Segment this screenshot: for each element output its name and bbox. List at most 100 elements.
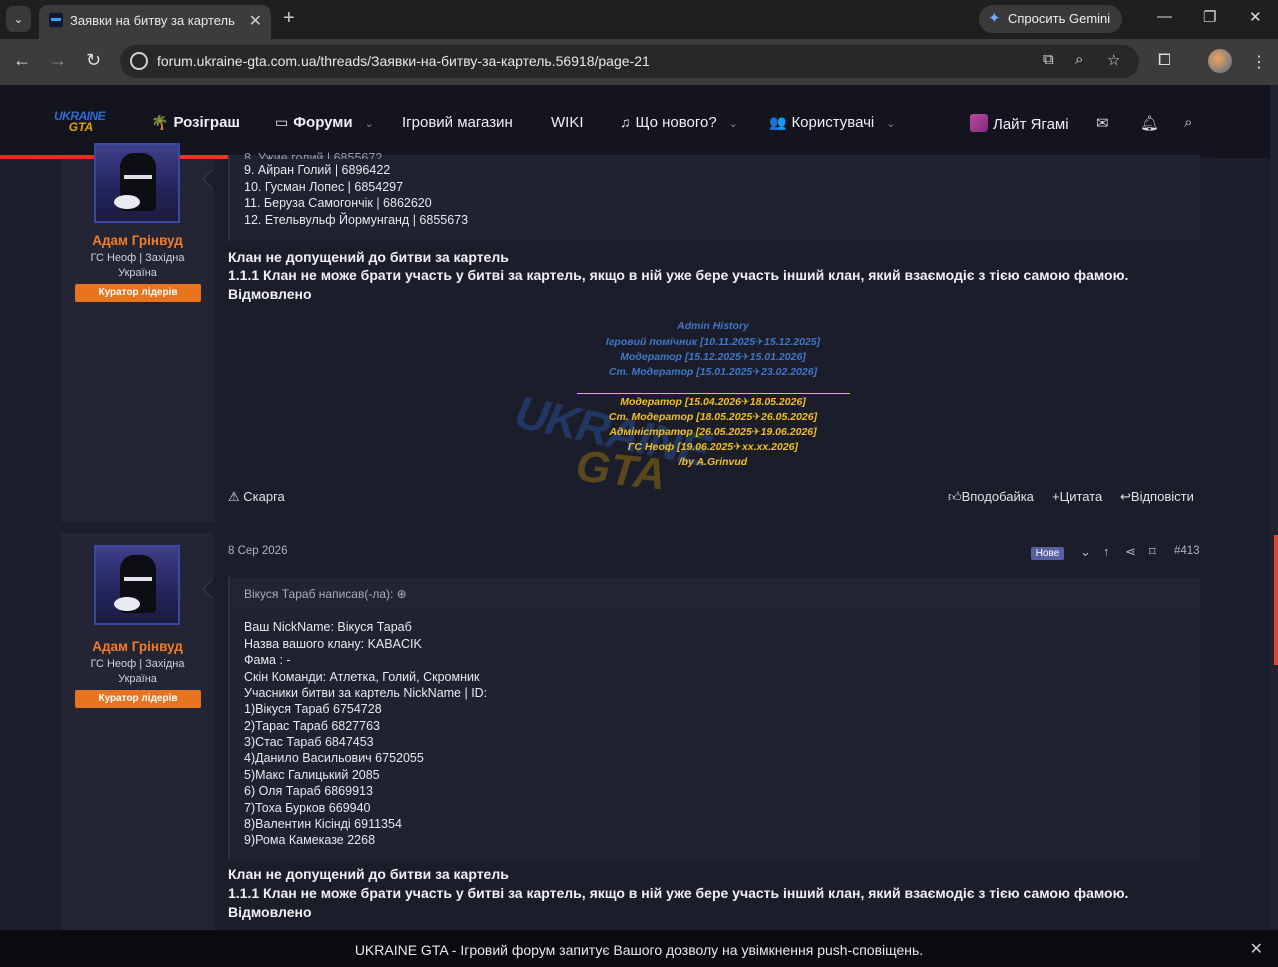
quote-line: 9)Рома Камеказе 2268 bbox=[244, 833, 376, 847]
gemini-star-icon: ✦ bbox=[988, 10, 1001, 27]
signature-line: ГС Неоф [19.06.2025✈xx.xx.2026] bbox=[627, 441, 798, 453]
maximize-icon[interactable]: ❐ bbox=[1203, 8, 1216, 26]
account-username: Лайт Ягамі bbox=[993, 116, 1069, 133]
nav-users-label: Користувачі bbox=[791, 114, 875, 131]
site-logo[interactable]: UKRAINE GTA bbox=[54, 109, 108, 137]
nav-shop[interactable]: Ігровий магазин bbox=[402, 114, 513, 131]
author-title: ГС Неоф | Західна Україна bbox=[90, 252, 185, 279]
translate-icon[interactable]: ⧉ bbox=[1043, 51, 1054, 68]
bell-outline-icon: ♫ bbox=[620, 114, 631, 130]
signature-line: Ст. Модератор [15.01.2025✈23.02.2026] bbox=[608, 366, 818, 378]
author-name[interactable]: Адам Грінвуд bbox=[61, 639, 214, 654]
nav-forums-label: Форуми bbox=[293, 114, 353, 131]
report-button[interactable]: ⚠ Скарга bbox=[228, 489, 285, 505]
thumbs-up-icon: 👍︎ bbox=[948, 489, 962, 504]
forum-post: Адам Грінвуд ГС Неоф | Західна Україна К… bbox=[61, 143, 1212, 522]
signature-line: Адміністратор [26.05.2025✈19.06.2026] bbox=[609, 426, 817, 438]
chevron-down-icon[interactable]: ⌄ bbox=[886, 118, 895, 130]
alerts-bell-icon[interactable]: 🔔︎ bbox=[1140, 114, 1159, 132]
tab-search-menu-button[interactable]: ⌄ bbox=[6, 6, 31, 32]
browser-tabstrip: ⌄ Заявки на битву за картель | С ✕ + ✦ С… bbox=[0, 0, 1278, 39]
site-header: UKRAINE GTA 🌴 Розіграш ▭ Форуми ⌄ Ігровий м… bbox=[0, 85, 1270, 158]
signature-line: Admin History bbox=[677, 320, 749, 332]
signature-line: Ігровий помічник [10.11.2025✈15.12.2025] bbox=[605, 336, 821, 348]
quote-line: Скін Команди: Атлетка, Голий, Скромник bbox=[244, 670, 480, 684]
palm-icon: 🌴 bbox=[151, 114, 169, 130]
user-avatar bbox=[970, 114, 988, 132]
inbox-envelope-icon[interactable]: ✉ bbox=[1096, 114, 1109, 132]
verdict-rule: 1.1.1 Клан не може брати участь у битві … bbox=[228, 267, 1129, 283]
new-tab-icon[interactable]: + bbox=[283, 7, 295, 30]
post-number[interactable]: #413 bbox=[1174, 545, 1200, 557]
window-close-icon[interactable]: ✕ bbox=[1249, 8, 1262, 26]
reply-button[interactable]: ↩Відповісти bbox=[1120, 489, 1194, 505]
url-text[interactable]: forum.ukraine-gta.com.ua/threads/Заявки-… bbox=[157, 53, 650, 69]
author-avatar[interactable] bbox=[94, 143, 180, 223]
signature-divider bbox=[577, 393, 850, 394]
chat-bubble-icon: ▭ bbox=[275, 114, 289, 130]
warning-icon: ⚠ bbox=[228, 489, 244, 504]
expand-circle-arrow-icon[interactable]: ⊕ bbox=[397, 587, 407, 601]
author-name[interactable]: Адам Грінвуд bbox=[61, 233, 214, 248]
site-info-icon[interactable] bbox=[130, 52, 148, 70]
minimize-icon[interactable]: — bbox=[1157, 8, 1172, 25]
quote-line: 6) Оля Тараб 6869913 bbox=[244, 784, 373, 798]
nav-users[interactable]: 👥 Користувачі ⌄ bbox=[769, 114, 895, 131]
verdict-status: Відмовлено bbox=[228, 904, 312, 920]
quote-line: 10. Гусман Лопес | 6854297 bbox=[244, 180, 404, 194]
back-arrow-icon[interactable]: ← bbox=[13, 50, 31, 71]
signature-line: Модератор [15.12.2025✈15.01.2026] bbox=[620, 351, 806, 363]
zoom-icon[interactable]: ⌕ bbox=[1075, 51, 1083, 68]
post-body: 8 Сер 2026 Нове ⌄ ↑ ⋖ ⌑ #413 Вікуся Тара… bbox=[214, 533, 1212, 930]
profile-avatar[interactable] bbox=[1208, 49, 1232, 73]
quote-label: Цитата bbox=[1059, 489, 1103, 504]
tab-close-icon[interactable]: ✕ bbox=[249, 11, 262, 31]
forward-arrow-icon[interactable]: → bbox=[49, 50, 67, 71]
options-dropdown-icon[interactable]: ⌄ bbox=[1080, 544, 1091, 560]
tab-title: Заявки на битву за картель | С bbox=[70, 13, 238, 28]
quote-line: 9. Айран Голий | 6896422 bbox=[244, 163, 391, 177]
forum-post: Адам Грінвуд ГС Неоф | Західна Україна К… bbox=[61, 533, 1212, 930]
nav-whats-new[interactable]: ♫ Що нового? ⌄ bbox=[620, 114, 738, 131]
quote-line: 2)Тарас Тараб 6827763 bbox=[244, 719, 380, 733]
chevron-down-icon[interactable]: ⌄ bbox=[365, 118, 374, 130]
quote-line: 1)Вікуся Тараб 6754728 bbox=[244, 702, 382, 716]
quote-line: 11. Беруза Самогончік | 6862620 bbox=[244, 196, 432, 210]
verdict-status: Відмовлено bbox=[228, 286, 312, 302]
users-icon: 👥 bbox=[769, 114, 787, 130]
quote-author[interactable]: Вікуся Тараб написав(-ла): ⊕ bbox=[244, 587, 407, 601]
quote-line: 12. Етельвульф Йормунганд | 6855673 bbox=[244, 213, 469, 227]
post-date[interactable]: 8 Сер 2026 bbox=[228, 545, 287, 557]
nav-forums[interactable]: ▭ Форуми ⌄ bbox=[275, 114, 374, 131]
like-button[interactable]: 👍︎Вподобайка bbox=[948, 489, 1034, 505]
like-label: Вподобайка bbox=[961, 489, 1034, 504]
address-bar[interactable]: forum.ukraine-gta.com.ua/threads/Заявки-… bbox=[120, 45, 1139, 78]
author-avatar[interactable] bbox=[94, 545, 180, 625]
quote-button[interactable]: +Цитата bbox=[1052, 489, 1102, 504]
quote-line: Учасники битви за картель NickName | ID: bbox=[244, 686, 488, 700]
browser-menu-icon[interactable]: ⋮ bbox=[1251, 52, 1267, 72]
nav-giveaway-label: Розіграш bbox=[173, 114, 240, 131]
bookmark-star-icon[interactable]: ☆ bbox=[1107, 51, 1120, 69]
quote-line: 5)Макс Галицький 2085 bbox=[244, 768, 380, 782]
account-menu[interactable]: Лайт Ягамі bbox=[970, 114, 1069, 133]
author-title: ГС Неоф | Західна Україна bbox=[90, 658, 185, 685]
chevron-down-icon[interactable]: ⌄ bbox=[729, 118, 738, 130]
upvote-arrow-icon[interactable]: ↑ bbox=[1103, 544, 1110, 559]
nav-wiki[interactable]: WIKI bbox=[551, 114, 584, 131]
bookmark-icon[interactable]: ⌑ bbox=[1149, 544, 1156, 560]
reload-icon[interactable]: ↻ bbox=[86, 50, 101, 71]
close-icon[interactable]: ✕ bbox=[1250, 939, 1263, 959]
post-author-sidebar: Адам Грінвуд ГС Неоф | Західна Україна К… bbox=[61, 143, 214, 522]
browser-tab-active[interactable]: Заявки на битву за картель | С ✕ bbox=[39, 5, 271, 39]
ask-gemini-button[interactable]: ✦ Спросить Gemini bbox=[979, 5, 1122, 33]
quote-block: Вікуся Тараб написав(-ла): ⊕ Ваш NickNam… bbox=[228, 577, 1200, 859]
page-scrollbar-thumb[interactable] bbox=[1274, 535, 1278, 665]
share-icon[interactable]: ⋖ bbox=[1125, 544, 1136, 560]
extensions-icon[interactable]: ⧠ bbox=[1158, 52, 1171, 70]
nav-giveaway[interactable]: 🌴 Розіграш bbox=[151, 114, 240, 131]
search-icon[interactable]: ⌕ bbox=[1184, 114, 1192, 131]
nav-whats-new-label: Що нового? bbox=[635, 114, 717, 131]
page-scrollbar[interactable] bbox=[1270, 85, 1278, 930]
push-notification-bar: UKRAINE GTA - Ігровий форум запитує Вашо… bbox=[0, 930, 1278, 967]
